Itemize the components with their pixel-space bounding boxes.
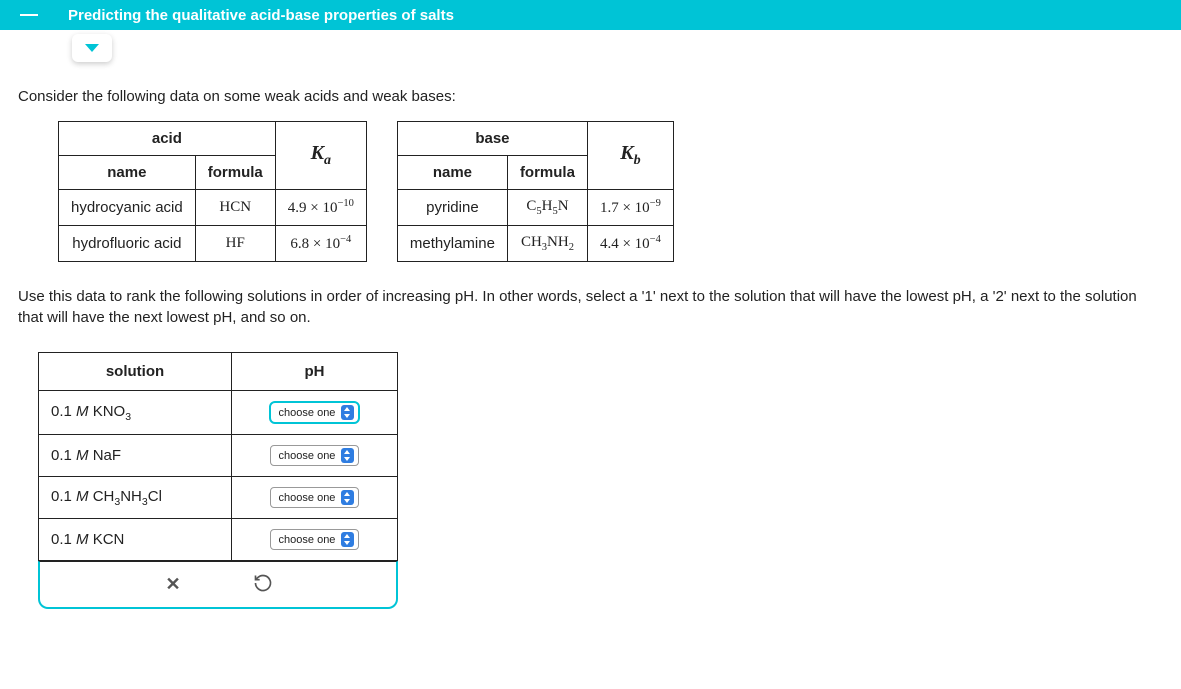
solution-cell: 0.1 M CH3NH3Cl — [39, 477, 232, 519]
acid-ka: 4.9 × 10−10 — [275, 190, 366, 226]
undo-icon — [253, 573, 273, 597]
controls-bar: ✕ — [38, 561, 398, 609]
table-row: 0.1 M CH3NH3Cl choose one — [39, 477, 398, 519]
acid-ka: 6.8 × 10−4 — [275, 226, 366, 262]
solution-cell: 0.1 M NaF — [39, 435, 232, 477]
base-formula-header: formula — [507, 156, 587, 190]
updown-icon — [341, 490, 354, 505]
updown-icon — [341, 448, 354, 463]
content-area: Consider the following data on some weak… — [0, 30, 1181, 629]
choose-one-select[interactable]: choose one — [270, 529, 360, 550]
table-row: 0.1 M NaF choose one — [39, 435, 398, 477]
answer-table: solution pH 0.1 M KNO3 choose one 0.1 M … — [38, 352, 398, 561]
data-tables-row: acid Ka name formula hydrocyanic acid HC… — [58, 121, 1163, 262]
ph-select-cell: choose one — [232, 435, 398, 477]
ph-select-cell: choose one — [232, 477, 398, 519]
solution-cell: 0.1 M KCN — [39, 519, 232, 561]
acid-name-header: name — [59, 156, 196, 190]
undo-button[interactable] — [248, 570, 278, 600]
table-row: pyridine C5H5N 1.7 × 10−9 — [397, 190, 673, 226]
table-row: hydrocyanic acid HCN 4.9 × 10−10 — [59, 190, 367, 226]
table-row: 0.1 M KNO3 choose one — [39, 391, 398, 435]
choose-label: choose one — [279, 492, 336, 504]
base-group-header: base — [397, 122, 587, 156]
updown-icon — [341, 532, 354, 547]
kb-header: Kb — [587, 122, 673, 190]
acid-name: hydrocyanic acid — [59, 190, 196, 226]
base-name: methylamine — [397, 226, 507, 262]
instructions-text: Use this data to rank the following solu… — [18, 286, 1163, 328]
choose-label: choose one — [279, 450, 336, 462]
solution-cell: 0.1 M KNO3 — [39, 391, 232, 435]
intro-text: Consider the following data on some weak… — [18, 88, 1163, 105]
acid-group-header: acid — [59, 122, 276, 156]
acid-table: acid Ka name formula hydrocyanic acid HC… — [58, 121, 367, 262]
choose-one-select[interactable]: choose one — [269, 401, 361, 424]
choose-one-select[interactable]: choose one — [270, 445, 360, 466]
base-kb: 1.7 × 10−9 — [587, 190, 673, 226]
updown-icon — [341, 405, 354, 420]
clear-button[interactable]: ✕ — [158, 570, 188, 600]
answer-section: solution pH 0.1 M KNO3 choose one 0.1 M … — [38, 352, 413, 609]
choose-label: choose one — [279, 407, 336, 419]
ph-header: pH — [232, 353, 398, 391]
base-table: base Kb name formula pyridine C5H5N 1.7 … — [397, 121, 674, 262]
topbar-title: Predicting the qualitative acid-base pro… — [68, 7, 454, 24]
acid-formula: HF — [195, 226, 275, 262]
base-kb: 4.4 × 10−4 — [587, 226, 673, 262]
base-formula: C5H5N — [507, 190, 587, 226]
ka-header: Ka — [275, 122, 366, 190]
acid-formula-header: formula — [195, 156, 275, 190]
chevron-down-icon — [85, 44, 99, 52]
table-row: hydrofluoric acid HF 6.8 × 10−4 — [59, 226, 367, 262]
base-name-header: name — [397, 156, 507, 190]
table-row: 0.1 M KCN choose one — [39, 519, 398, 561]
solution-header: solution — [39, 353, 232, 391]
choose-label: choose one — [279, 534, 336, 546]
acid-formula: HCN — [195, 190, 275, 226]
hamburger-icon[interactable] — [20, 14, 38, 16]
base-name: pyridine — [397, 190, 507, 226]
ph-select-cell: choose one — [232, 391, 398, 435]
chevron-down-button[interactable] — [72, 34, 112, 62]
choose-one-select[interactable]: choose one — [270, 487, 360, 508]
base-formula: CH3NH2 — [507, 226, 587, 262]
x-icon: ✕ — [165, 574, 180, 595]
table-row: methylamine CH3NH2 4.4 × 10−4 — [397, 226, 673, 262]
topbar: Predicting the qualitative acid-base pro… — [0, 0, 1181, 30]
ph-select-cell: choose one — [232, 519, 398, 561]
acid-name: hydrofluoric acid — [59, 226, 196, 262]
